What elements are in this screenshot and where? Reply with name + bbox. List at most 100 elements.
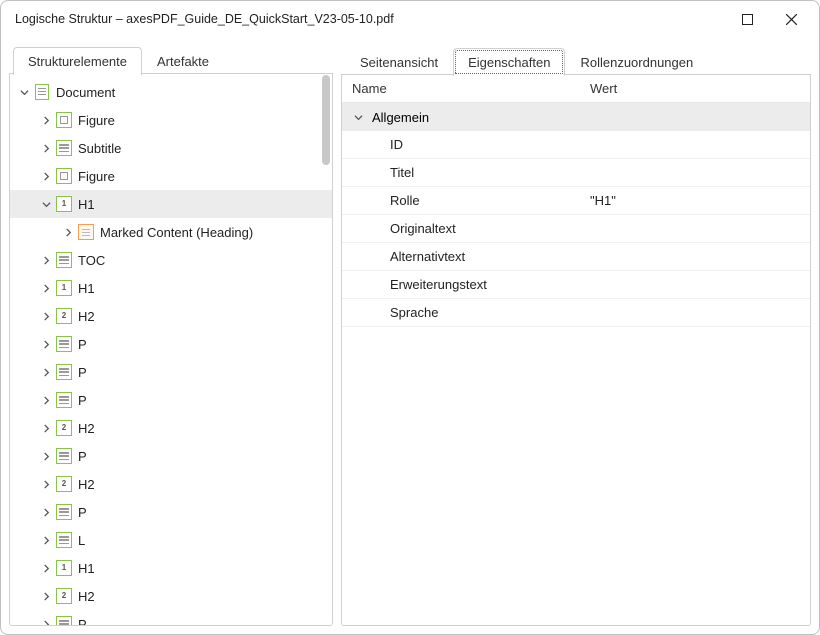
tree-item-label: H1 — [78, 561, 95, 576]
property-name: Titel — [342, 165, 582, 180]
tree-item-label: H2 — [78, 309, 95, 324]
tree-item-label: P — [78, 505, 87, 520]
text-icon — [56, 364, 72, 380]
marked-content-icon — [78, 224, 94, 240]
property-row[interactable]: Erweiterungstext — [342, 271, 810, 299]
chevron-down-icon[interactable] — [38, 200, 54, 209]
tree-item[interactable]: 1H1 — [10, 190, 332, 218]
chevron-right-icon[interactable] — [38, 508, 54, 517]
tree-item[interactable]: P — [10, 358, 332, 386]
tree-item[interactable]: L — [10, 526, 332, 554]
maximize-button[interactable] — [725, 4, 769, 34]
tree-item[interactable]: P — [10, 442, 332, 470]
property-name: Originaltext — [342, 221, 582, 236]
col-value: Wert — [582, 81, 810, 96]
scrollbar[interactable] — [321, 75, 331, 624]
scrollbar-thumb[interactable] — [322, 75, 330, 165]
property-name: Erweiterungstext — [342, 277, 582, 292]
tree-item-label: H2 — [78, 421, 95, 436]
chevron-right-icon[interactable] — [38, 424, 54, 433]
right-tabs: SeitenansichtEigenschaftenRollenzuordnun… — [341, 43, 811, 75]
tab-strukturelemente[interactable]: Strukturelemente — [13, 47, 142, 75]
text-icon — [56, 252, 72, 268]
chevron-right-icon[interactable] — [38, 116, 54, 125]
tab-seitenansicht[interactable]: Seitenansicht — [345, 48, 453, 76]
chevron-right-icon[interactable] — [38, 256, 54, 265]
tree-item[interactable]: 2 H2 — [10, 582, 332, 610]
tree-item[interactable]: 2H2 — [10, 414, 332, 442]
tree-item[interactable]: 2H2 — [10, 470, 332, 498]
close-button[interactable] — [769, 4, 813, 34]
tree-item[interactable]: Figure — [10, 106, 332, 134]
tree-item-label: P — [78, 337, 87, 352]
chevron-right-icon[interactable] — [60, 228, 76, 237]
property-name: Sprache — [342, 305, 582, 320]
tab-artefakte[interactable]: Artefakte — [142, 47, 224, 75]
left-pane: Document Figure Subtitle Figure 1 H1 Marked Co… — [9, 74, 333, 626]
tree-item[interactable]: TOC — [10, 246, 332, 274]
chevron-right-icon[interactable] — [38, 452, 54, 461]
tree-item-label: TOC — [78, 253, 105, 268]
property-name: Rolle — [342, 193, 582, 208]
tab-rollenzuordnungen[interactable]: Rollenzuordnungen — [565, 48, 708, 76]
tree-item[interactable]: P — [10, 330, 332, 358]
tree-item[interactable]: P — [10, 610, 332, 625]
tab-eigenschaften[interactable]: Eigenschaften — [453, 48, 565, 76]
chevron-right-icon[interactable] — [38, 536, 54, 545]
chevron-right-icon[interactable] — [38, 284, 54, 293]
property-row[interactable]: Titel — [342, 159, 810, 187]
property-group[interactable]: Allgemein — [342, 103, 810, 131]
tree-item[interactable]: 1 H1 — [10, 554, 332, 582]
tree-item-label: Figure — [78, 169, 115, 184]
h1-icon: 1 — [56, 196, 72, 212]
tree-item-label: P — [78, 617, 87, 625]
chevron-down-icon[interactable] — [350, 113, 366, 122]
property-row[interactable]: Originaltext — [342, 215, 810, 243]
chevron-right-icon[interactable] — [38, 564, 54, 573]
tree-item[interactable]: 1H1 — [10, 274, 332, 302]
text-icon — [56, 336, 72, 352]
h1-icon: 1 — [56, 560, 72, 576]
text-icon — [56, 392, 72, 408]
chevron-right-icon[interactable] — [38, 480, 54, 489]
tree-item[interactable]: Marked Content (Heading) — [10, 218, 332, 246]
text-icon — [56, 532, 72, 548]
property-row[interactable]: Alternativtext — [342, 243, 810, 271]
text-icon — [56, 616, 72, 625]
chevron-right-icon[interactable] — [38, 312, 54, 321]
figure-icon — [56, 112, 72, 128]
chevron-right-icon[interactable] — [38, 172, 54, 181]
tree-item-label: Figure — [78, 113, 115, 128]
chevron-right-icon[interactable] — [38, 592, 54, 601]
h2-icon: 2 — [56, 588, 72, 604]
tree-item-label: H2 — [78, 589, 95, 604]
tree-item-label: Document — [56, 85, 115, 100]
tree-item[interactable]: Subtitle — [10, 134, 332, 162]
property-row[interactable]: Sprache — [342, 299, 810, 327]
tree-item[interactable]: P — [10, 498, 332, 526]
properties-header: Name Wert — [342, 75, 810, 103]
tree-item[interactable]: Document — [10, 78, 332, 106]
chevron-right-icon[interactable] — [38, 340, 54, 349]
property-row[interactable]: Rolle"H1" — [342, 187, 810, 215]
chevron-right-icon[interactable] — [38, 368, 54, 377]
property-row[interactable]: ID — [342, 131, 810, 159]
property-name: ID — [342, 137, 582, 152]
chevron-right-icon[interactable] — [38, 620, 54, 625]
tree-item[interactable]: P — [10, 386, 332, 414]
chevron-down-icon[interactable] — [16, 88, 32, 97]
property-value: "H1" — [582, 193, 810, 208]
chevron-right-icon[interactable] — [38, 396, 54, 405]
document-icon — [34, 84, 50, 100]
tree-item-label: Subtitle — [78, 141, 121, 156]
property-name: Alternativtext — [342, 249, 582, 264]
window-title: Logische Struktur – axesPDF_Guide_DE_Qui… — [15, 12, 725, 26]
right-pane: Name Wert Allgemein IDTitelRolle"H1"Orig… — [341, 75, 811, 626]
h2-icon: 2 — [56, 476, 72, 492]
tree-item-label: P — [78, 393, 87, 408]
tree-item[interactable]: Figure — [10, 162, 332, 190]
text-icon — [56, 504, 72, 520]
structure-tree[interactable]: Document Figure Subtitle Figure 1 H1 Marked Co… — [10, 74, 332, 625]
chevron-right-icon[interactable] — [38, 144, 54, 153]
tree-item[interactable]: 2H2 — [10, 302, 332, 330]
